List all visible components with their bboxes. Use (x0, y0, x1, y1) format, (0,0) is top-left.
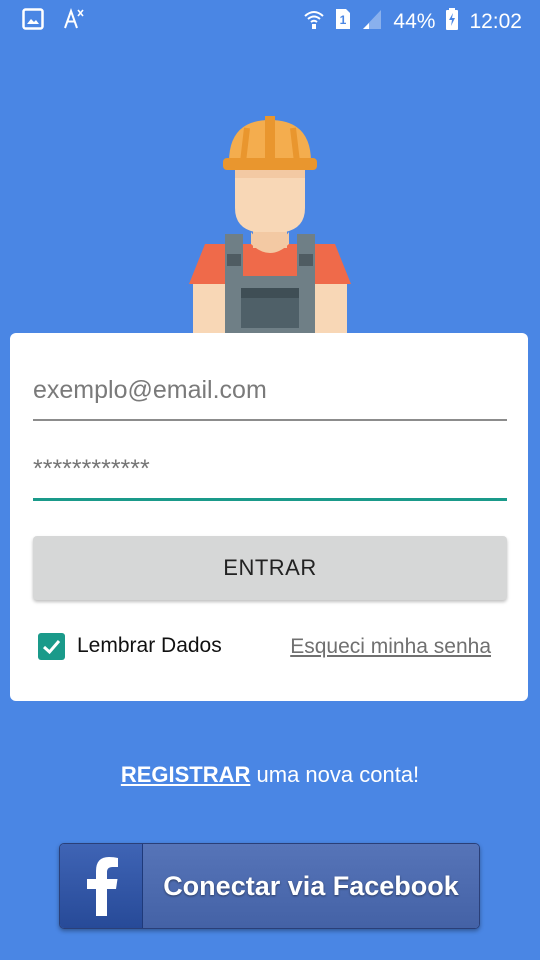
enter-button[interactable]: ENTRAR (33, 536, 507, 600)
email-field-container (33, 361, 507, 421)
register-link[interactable]: REGISTRAR (121, 762, 251, 787)
battery-charging-icon (445, 8, 459, 36)
remember-data-checkbox[interactable]: Lembrar Dados (38, 631, 222, 661)
checkbox-checked-icon[interactable] (38, 632, 65, 660)
login-screen: 1 44% 12:02 exemplo@email.com **********… (0, 0, 540, 960)
register-text: uma nova conta! (250, 762, 420, 787)
password-field-container (33, 441, 507, 501)
password-field[interactable] (33, 441, 507, 498)
forgot-password-link[interactable]: Esqueci minha senha (290, 635, 491, 659)
construction-worker-icon (185, 112, 355, 334)
gallery-icon (22, 8, 44, 36)
facebook-connect-button[interactable]: Conectar via Facebook (59, 843, 480, 929)
facebook-connect-label: Conectar via Facebook (143, 844, 479, 928)
login-card: ENTRAR Lembrar Dados Esqueci minha senha (10, 333, 528, 701)
sim-number: 1 (340, 13, 347, 27)
register-line: REGISTRAR uma nova conta! (0, 762, 540, 788)
facebook-icon (60, 844, 143, 928)
email-field[interactable] (33, 361, 507, 419)
sim-icon: 1 (335, 8, 351, 36)
translate-icon (64, 7, 86, 36)
remember-data-label: Lembrar Dados (77, 634, 222, 657)
signal-icon (361, 8, 383, 36)
clock: 12:02 (469, 10, 522, 33)
wifi-icon (303, 8, 325, 36)
status-bar: 1 44% 12:02 (0, 0, 540, 40)
battery-percent: 44% (393, 10, 436, 33)
